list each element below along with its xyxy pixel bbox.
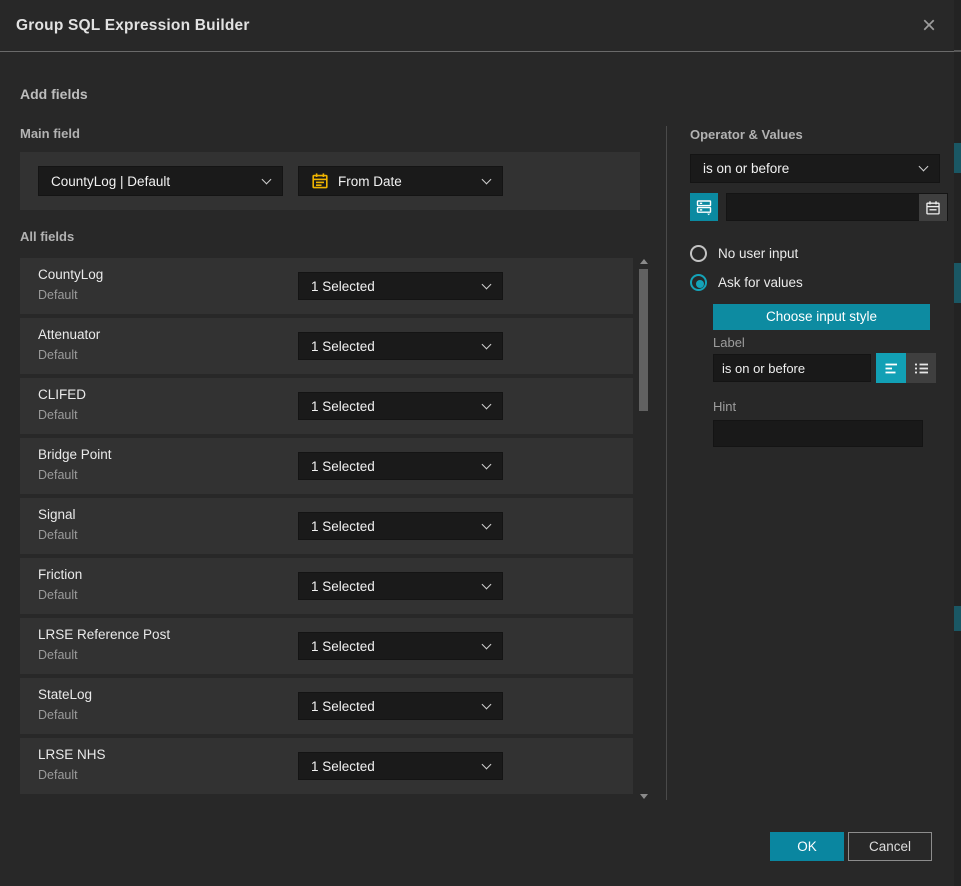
field-sublabel: Default (38, 468, 78, 482)
operator-values-panel: Operator & Values is on or before (690, 0, 940, 886)
chevron-down-icon (482, 759, 492, 769)
main-layer-select[interactable]: CountyLog | Default (38, 166, 283, 196)
radio-no-user-input[interactable]: No user input (690, 245, 798, 262)
chevron-down-icon (482, 279, 492, 289)
field-row: Attenuator Default 1 Selected (20, 318, 633, 374)
add-fields-heading: Add fields (20, 86, 88, 102)
field-selection-dropdown[interactable]: 1 Selected (298, 572, 503, 600)
field-selection-dropdown[interactable]: 1 Selected (298, 452, 503, 480)
scroll-down-icon[interactable] (640, 794, 648, 799)
unique-values-button[interactable] (690, 193, 718, 221)
label-label: Label (713, 335, 745, 350)
field-name: LRSE Reference Post (38, 627, 170, 642)
field-selection-dropdown[interactable]: 1 Selected (298, 392, 503, 420)
field-selection-dropdown[interactable]: 1 Selected (298, 512, 503, 540)
chevron-down-icon (482, 399, 492, 409)
chevron-down-icon (482, 639, 492, 649)
field-selection-dropdown[interactable]: 1 Selected (298, 632, 503, 660)
field-row: LRSE NHS Default 1 Selected (20, 738, 633, 794)
field-selection-dropdown[interactable]: 1 Selected (298, 692, 503, 720)
cancel-button[interactable]: Cancel (848, 832, 932, 861)
chevron-down-icon (482, 459, 492, 469)
dialog-title: Group SQL Expression Builder (16, 0, 250, 52)
field-name: Signal (38, 507, 76, 522)
label-input[interactable] (713, 354, 871, 382)
scroll-up-icon[interactable] (640, 259, 648, 264)
main-layer-select-value: CountyLog | Default (51, 174, 263, 189)
operator-values-heading: Operator & Values (690, 127, 803, 142)
field-row: Bridge Point Default 1 Selected (20, 438, 633, 494)
field-sublabel: Default (38, 648, 78, 662)
operator-select[interactable]: is on or before (690, 154, 940, 183)
field-row: StateLog Default 1 Selected (20, 678, 633, 734)
field-name: Attenuator (38, 327, 100, 342)
field-row: Signal Default 1 Selected (20, 498, 633, 554)
field-name: CLIFED (38, 387, 86, 402)
operator-select-value: is on or before (703, 161, 920, 176)
radio-ask-for-values[interactable]: Ask for values (690, 274, 803, 291)
field-selection-dropdown[interactable]: 1 Selected (298, 752, 503, 780)
chevron-down-icon (262, 174, 272, 184)
value-field (726, 193, 948, 221)
background-app-strip (954, 0, 961, 886)
field-name: LRSE NHS (38, 747, 106, 762)
group-sql-expression-builder-dialog: Group SQL Expression Builder × Add field… (0, 0, 954, 886)
field-row: Friction Default 1 Selected (20, 558, 633, 614)
chevron-down-icon (482, 579, 492, 589)
field-sublabel: Default (38, 528, 78, 542)
field-row: CLIFED Default 1 Selected (20, 378, 633, 434)
field-sublabel: Default (38, 708, 78, 722)
column-divider (666, 126, 667, 800)
value-row (690, 193, 940, 221)
field-sublabel: Default (38, 768, 78, 782)
chevron-down-icon (482, 174, 492, 184)
all-fields-heading: All fields (20, 229, 74, 244)
field-sublabel: Default (38, 408, 78, 422)
field-row: CountyLog Default 1 Selected (20, 258, 633, 314)
choose-input-style-button[interactable]: Choose input style (713, 304, 930, 330)
radio-icon (690, 245, 707, 262)
field-name: Bridge Point (38, 447, 112, 462)
all-fields-list: CountyLog Default 1 Selected Attenuator … (20, 258, 633, 798)
field-sublabel: Default (38, 348, 78, 362)
field-sublabel: Default (38, 588, 78, 602)
chevron-down-icon (482, 519, 492, 529)
ok-button[interactable]: OK (770, 832, 844, 861)
hint-label: Hint (713, 399, 736, 414)
date-picker-button[interactable] (919, 194, 947, 221)
chevron-down-icon (482, 699, 492, 709)
field-name: Friction (38, 567, 82, 582)
list-scrollbar[interactable] (638, 258, 649, 800)
scrollbar-thumb[interactable] (639, 269, 648, 411)
main-field-select-value: From Date (338, 174, 474, 189)
value-input[interactable] (727, 194, 919, 220)
main-field-select[interactable]: From Date (298, 166, 503, 196)
hint-input[interactable] (713, 420, 923, 447)
main-field-box: CountyLog | Default From Date (20, 152, 640, 210)
single-value-style-button[interactable] (876, 353, 906, 383)
field-row: LRSE Reference Post Default 1 Selected (20, 618, 633, 674)
main-field-heading: Main field (20, 126, 80, 141)
chevron-down-icon (919, 162, 929, 172)
calendar-icon (311, 172, 329, 190)
field-selection-dropdown[interactable]: 1 Selected (298, 332, 503, 360)
field-name: StateLog (38, 687, 92, 702)
list-style-button[interactable] (906, 353, 936, 383)
field-selection-dropdown[interactable]: 1 Selected (298, 272, 503, 300)
field-name: CountyLog (38, 267, 103, 282)
radio-selected-icon (690, 274, 707, 291)
chevron-down-icon (482, 339, 492, 349)
field-sublabel: Default (38, 288, 78, 302)
